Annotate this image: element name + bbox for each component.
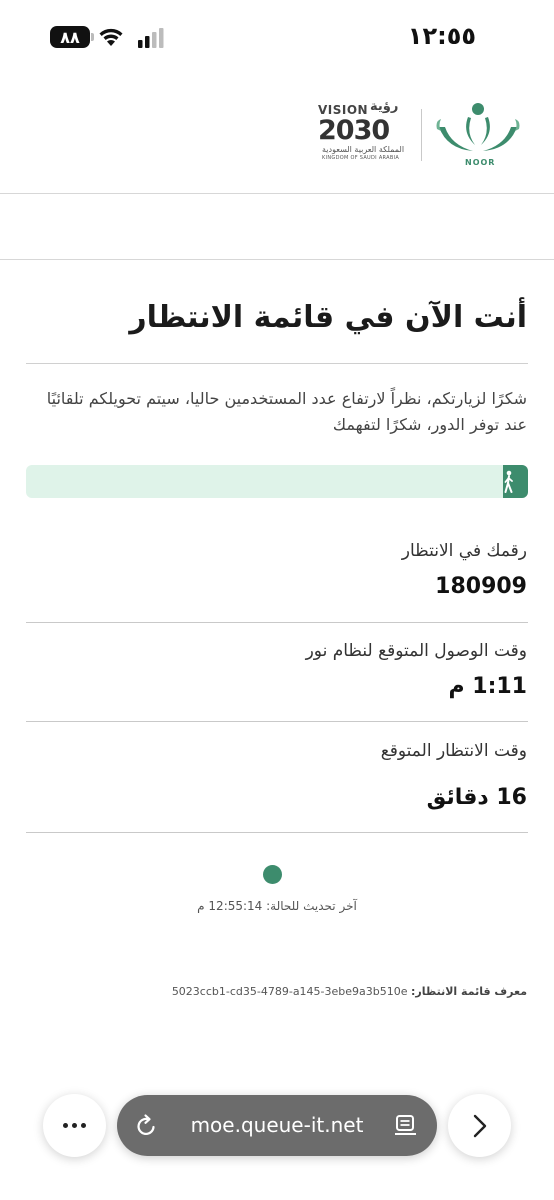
vision-2030-logo: VISION رؤية 2030 المملكة العربية السعودي…: [318, 99, 410, 163]
dot-icon: [72, 1123, 77, 1128]
row-divider: [26, 832, 528, 833]
queue-id-value: 5023ccb1-cd35-4789-a145-3ebe9a3b510e: [171, 985, 408, 998]
queue-position-value: 180909: [435, 574, 527, 599]
expected-wait-value: 16 دقائق: [426, 785, 527, 810]
vision-logo-kingdom-en: KINGDOM OF SAUDI ARABIA: [322, 155, 400, 161]
dot-icon: [63, 1123, 68, 1128]
battery-tip: [91, 33, 94, 41]
cellular-signal-icon: [138, 28, 164, 48]
logo-divider: [421, 109, 422, 161]
last-status-update: آخر تحديث للحالة: 12:55:14 م: [197, 899, 357, 913]
noor-logo: NOOR: [435, 101, 521, 167]
queue-progress-bar: [26, 465, 528, 498]
expected-wait-label: وقت الانتظار المتوقع: [380, 741, 527, 761]
site-header: VISION رؤية 2030 المملكة العربية السعودي…: [0, 75, 554, 194]
walking-person-icon: [504, 470, 513, 493]
header-spacer: [0, 195, 554, 260]
forward-button[interactable]: [448, 1094, 511, 1157]
battery-icon: ٨٨: [50, 26, 90, 48]
expected-arrival-label: وقت الوصول المتوقع لنظام نور: [305, 641, 527, 661]
battery-level: ٨٨: [60, 27, 80, 47]
vision-logo-kingdom-ar: المملكة العربية السعودية: [322, 145, 405, 154]
page-title: أنت الآن في قائمة الانتظار: [129, 300, 527, 335]
status-clock: ١٢:٥٥: [407, 22, 476, 50]
chevron-right-icon: [473, 1114, 486, 1137]
dot-icon: [81, 1123, 86, 1128]
noor-logo-text: NOOR: [465, 158, 496, 167]
status-indicator-dot: [263, 865, 282, 884]
url-text[interactable]: moe.queue-it.net: [117, 1113, 437, 1137]
queue-id-label: معرف قائمة الانتظار:: [411, 985, 527, 998]
queue-position-label: رقمك في الانتظار: [401, 541, 527, 561]
reader-mode-icon[interactable]: [395, 1114, 417, 1138]
vision-logo-word-ar: رؤية: [370, 99, 399, 114]
status-bar: ٨٨ ١٢:٥٥: [0, 0, 554, 75]
title-divider: [26, 363, 528, 364]
vision-logo-year: 2030: [318, 115, 390, 146]
row-divider: [26, 622, 528, 623]
address-bar[interactable]: moe.queue-it.net: [117, 1095, 437, 1156]
row-divider: [26, 721, 528, 722]
wifi-icon: [99, 28, 123, 46]
noor-emblem-icon: [436, 103, 520, 151]
queue-id: معرف قائمة الانتظار: 5023ccb1-cd35-4789-…: [172, 985, 527, 998]
more-options-button[interactable]: [43, 1094, 106, 1157]
queue-message: شكرًا لزيارتكم، نظراً لارتفاع عدد المستخ…: [46, 389, 527, 434]
expected-arrival-value: 1:11 م: [448, 674, 527, 699]
